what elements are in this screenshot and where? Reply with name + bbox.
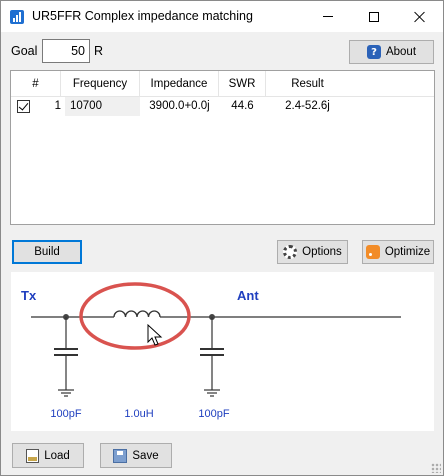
title-bar[interactable]: UR5FFR Complex impedance matching (1, 1, 443, 32)
optimize-label: Optimize (384, 246, 431, 258)
options-label: Options (302, 246, 342, 258)
app-window: UR5FFR Complex impedance matching Goal 5… (0, 0, 444, 476)
about-button[interactable]: ? About (349, 40, 434, 64)
file-icon (26, 448, 40, 463)
build-button[interactable]: Build (12, 240, 82, 264)
save-label: Save (132, 449, 159, 462)
column-header-swr[interactable]: SWR (219, 71, 266, 97)
row-result: 2.4-52.6j (285, 100, 330, 112)
column-header-frequency[interactable]: Frequency (61, 71, 140, 97)
schematic-drawing: Tx Ant 100pF 1.0uH 100pF (21, 282, 401, 420)
goal-input[interactable]: 50 (42, 39, 90, 63)
minimize-icon (323, 16, 333, 17)
gear-icon (283, 245, 298, 259)
column-header-index[interactable]: # (11, 71, 61, 97)
row-index: 1 (54, 100, 61, 112)
tx-label: Tx (21, 288, 37, 303)
optimize-button[interactable]: Optimize (362, 240, 434, 264)
window-title: UR5FFR Complex impedance matching (32, 9, 253, 23)
row-frequency[interactable]: 10700 (65, 97, 140, 116)
close-button[interactable] (397, 1, 443, 32)
row-impedance[interactable]: 3900.0+0.0j (140, 97, 219, 116)
load-button[interactable]: Load (12, 443, 84, 468)
close-icon (414, 11, 426, 23)
save-button[interactable]: Save (100, 443, 172, 468)
save-icon (113, 448, 128, 463)
maximize-button[interactable] (351, 1, 397, 32)
help-icon: ? (366, 45, 381, 59)
goal-label: Goal (11, 44, 38, 58)
rss-icon (365, 245, 380, 259)
row-checkbox[interactable] (17, 100, 30, 113)
resize-grip[interactable] (431, 463, 441, 473)
goal-unit: R (94, 44, 104, 58)
mouse-cursor-icon (147, 323, 163, 346)
circuit-schematic[interactable]: Tx Ant 100pF 1.0uH 100pF (11, 272, 434, 431)
load-label: Load (44, 449, 70, 462)
options-button[interactable]: Options (277, 240, 348, 264)
frequency-table[interactable]: # Frequency Impedance SWR Result 1 10700… (10, 70, 435, 225)
row-swr: 44.6 (231, 100, 254, 112)
app-icon (10, 10, 24, 24)
table-header: # Frequency Impedance SWR Result (11, 71, 434, 97)
c2-value: 100pF (198, 408, 229, 420)
about-label: About (385, 46, 417, 58)
inductor-symbol (113, 310, 161, 318)
ant-label: Ant (237, 288, 259, 303)
minimize-button[interactable] (305, 1, 351, 32)
column-header-result[interactable]: Result (266, 71, 349, 97)
build-label: Build (34, 246, 60, 258)
maximize-icon (369, 11, 379, 22)
table-row[interactable]: 1 10700 3900.0+0.0j 44.6 2.4-52.6j (11, 97, 434, 116)
l1-value: 1.0uH (124, 408, 153, 420)
highlight-ellipse (79, 282, 191, 350)
column-header-impedance[interactable]: Impedance (140, 71, 219, 97)
c1-value: 100pF (50, 408, 81, 420)
